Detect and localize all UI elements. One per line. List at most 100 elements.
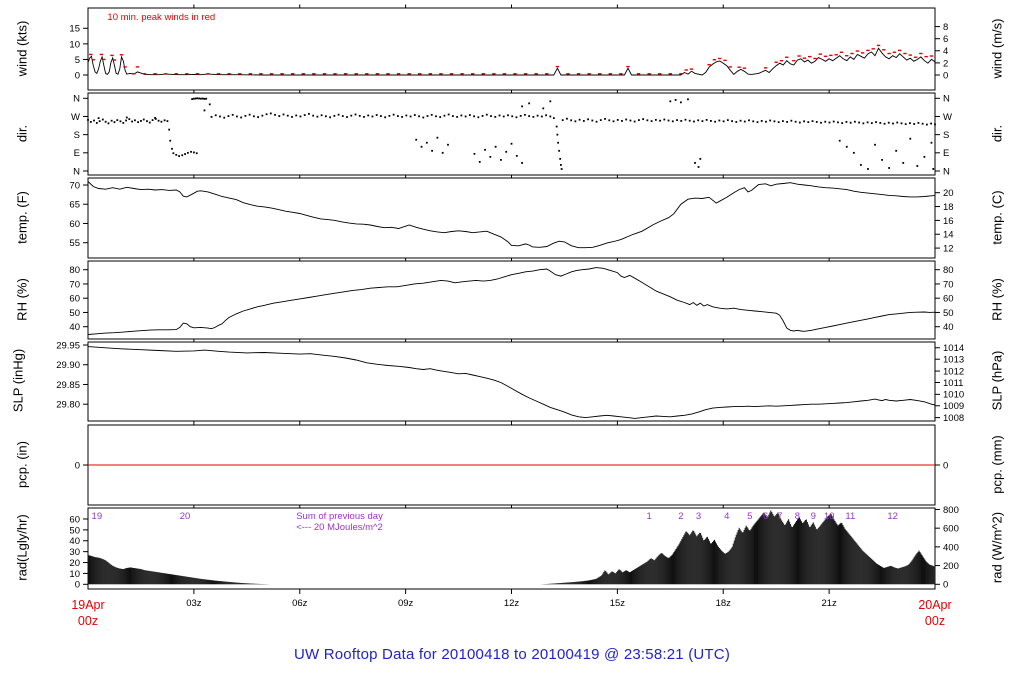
series-temperature_F bbox=[87, 181, 936, 249]
peak-mark bbox=[396, 73, 401, 75]
tick-label-wind-left: 15 bbox=[69, 24, 80, 35]
peak-mark bbox=[163, 73, 168, 75]
point-wind_direction_deg bbox=[591, 119, 594, 122]
point-wind_direction_deg bbox=[148, 121, 151, 124]
point-wind_direction_deg bbox=[274, 113, 276, 116]
tick-label-slp-right: 1013 bbox=[943, 355, 964, 366]
peak-mark bbox=[882, 49, 886, 51]
point-wind_direction_deg bbox=[798, 121, 801, 124]
peak-mark bbox=[534, 73, 538, 75]
point-wind_direction_deg bbox=[542, 107, 545, 110]
peak-mark bbox=[598, 73, 602, 75]
point-wind_direction_deg bbox=[354, 113, 357, 116]
tick-label-rh-right: 60 bbox=[943, 294, 954, 305]
peak-mark bbox=[322, 73, 327, 75]
tick-label-slp-right: 1014 bbox=[943, 343, 964, 354]
peak-mark bbox=[99, 53, 104, 56]
point-wind_direction_deg bbox=[676, 119, 678, 122]
peak-mark bbox=[679, 73, 683, 75]
tick-label-slp-right: 1011 bbox=[943, 378, 963, 389]
peak-mark bbox=[555, 65, 560, 68]
point-wind_direction_deg bbox=[629, 119, 632, 122]
peak-mark bbox=[763, 67, 768, 69]
peak-mark bbox=[903, 52, 907, 55]
point-wind_direction_deg bbox=[333, 114, 336, 117]
point-wind_direction_deg bbox=[557, 141, 559, 144]
tick-label-temp-right: 20 bbox=[943, 188, 954, 199]
point-wind_direction_deg bbox=[98, 120, 101, 123]
peak-mark bbox=[89, 53, 93, 56]
annotation-rad: 1 bbox=[646, 511, 651, 522]
peak-mark bbox=[91, 59, 95, 61]
tick-label-temp-left: 65 bbox=[69, 200, 80, 211]
peak-mark bbox=[797, 55, 801, 57]
tick-label-temp-left: 70 bbox=[69, 180, 80, 191]
point-wind_direction_deg bbox=[214, 114, 217, 117]
peak-mark bbox=[845, 54, 849, 57]
point-wind_direction_deg bbox=[790, 119, 793, 122]
point-wind_direction_deg bbox=[163, 119, 166, 122]
x-axis-end-date: 20Apr bbox=[918, 598, 951, 612]
point-wind_direction_deg bbox=[324, 115, 327, 118]
point-wind_direction_deg bbox=[748, 119, 750, 122]
tick-label-rad-right: 800 bbox=[943, 505, 959, 516]
point-wind_direction_deg bbox=[674, 99, 677, 101]
peak-mark bbox=[636, 73, 641, 75]
point-wind_direction_deg bbox=[794, 120, 797, 123]
point-wind_direction_deg bbox=[824, 120, 827, 123]
point-wind_direction_deg bbox=[320, 114, 323, 117]
point-wind_direction_deg bbox=[473, 115, 475, 118]
peak-mark bbox=[343, 73, 348, 75]
peak-mark bbox=[723, 59, 727, 62]
x-axis-start-hour: 00z bbox=[78, 614, 98, 628]
peak-mark bbox=[513, 73, 517, 75]
point-wind_direction_deg bbox=[549, 100, 552, 103]
point-wind_direction_deg bbox=[654, 119, 657, 121]
point-wind_direction_deg bbox=[820, 121, 822, 124]
x-axis-tick-label: 21z bbox=[821, 598, 837, 609]
point-wind_direction_deg bbox=[925, 123, 928, 126]
point-wind_direction_deg bbox=[511, 115, 514, 118]
point-wind_direction_deg bbox=[142, 118, 145, 121]
point-wind_direction_deg bbox=[89, 121, 92, 123]
peak-mark bbox=[658, 73, 662, 75]
point-wind_direction_deg bbox=[286, 114, 289, 117]
point-wind_direction_deg bbox=[608, 119, 611, 122]
tick-label-slp-right: 1012 bbox=[943, 366, 964, 377]
peak-mark bbox=[668, 73, 673, 75]
point-wind_direction_deg bbox=[743, 120, 746, 123]
point-wind_direction_deg bbox=[932, 168, 935, 170]
tick-label-dir-right: N bbox=[943, 166, 950, 177]
tick-label-rad-right: 600 bbox=[943, 524, 959, 535]
point-wind_direction_deg bbox=[363, 115, 365, 118]
point-wind_direction_deg bbox=[119, 120, 122, 123]
peak-mark bbox=[619, 73, 623, 75]
point-wind_direction_deg bbox=[203, 98, 206, 100]
point-wind_direction_deg bbox=[435, 115, 437, 118]
tick-label-wind-right: 0 bbox=[943, 70, 948, 81]
point-wind_direction_deg bbox=[405, 114, 408, 117]
point-wind_direction_deg bbox=[140, 120, 142, 122]
point-wind_direction_deg bbox=[184, 153, 186, 155]
peak-mark bbox=[523, 73, 528, 75]
point-wind_direction_deg bbox=[777, 121, 780, 124]
point-wind_direction_deg bbox=[201, 97, 204, 100]
point-wind_direction_deg bbox=[308, 112, 310, 115]
peak-mark bbox=[132, 73, 136, 75]
peak-mark bbox=[428, 73, 433, 75]
point-wind_direction_deg bbox=[521, 162, 523, 164]
peak-mark bbox=[354, 73, 358, 75]
tick-label-slp-left: 29.80 bbox=[56, 400, 80, 411]
peak-mark bbox=[502, 73, 507, 75]
point-wind_direction_deg bbox=[196, 97, 199, 100]
point-wind_direction_deg bbox=[560, 168, 563, 170]
point-wind_direction_deg bbox=[881, 158, 883, 161]
point-wind_direction_deg bbox=[556, 133, 559, 136]
point-wind_direction_deg bbox=[415, 138, 418, 141]
peak-mark bbox=[481, 73, 485, 75]
point-wind_direction_deg bbox=[452, 115, 454, 117]
point-wind_direction_deg bbox=[752, 120, 755, 123]
point-wind_direction_deg bbox=[582, 120, 585, 122]
peak-mark bbox=[566, 73, 570, 75]
peak-mark bbox=[110, 54, 114, 57]
